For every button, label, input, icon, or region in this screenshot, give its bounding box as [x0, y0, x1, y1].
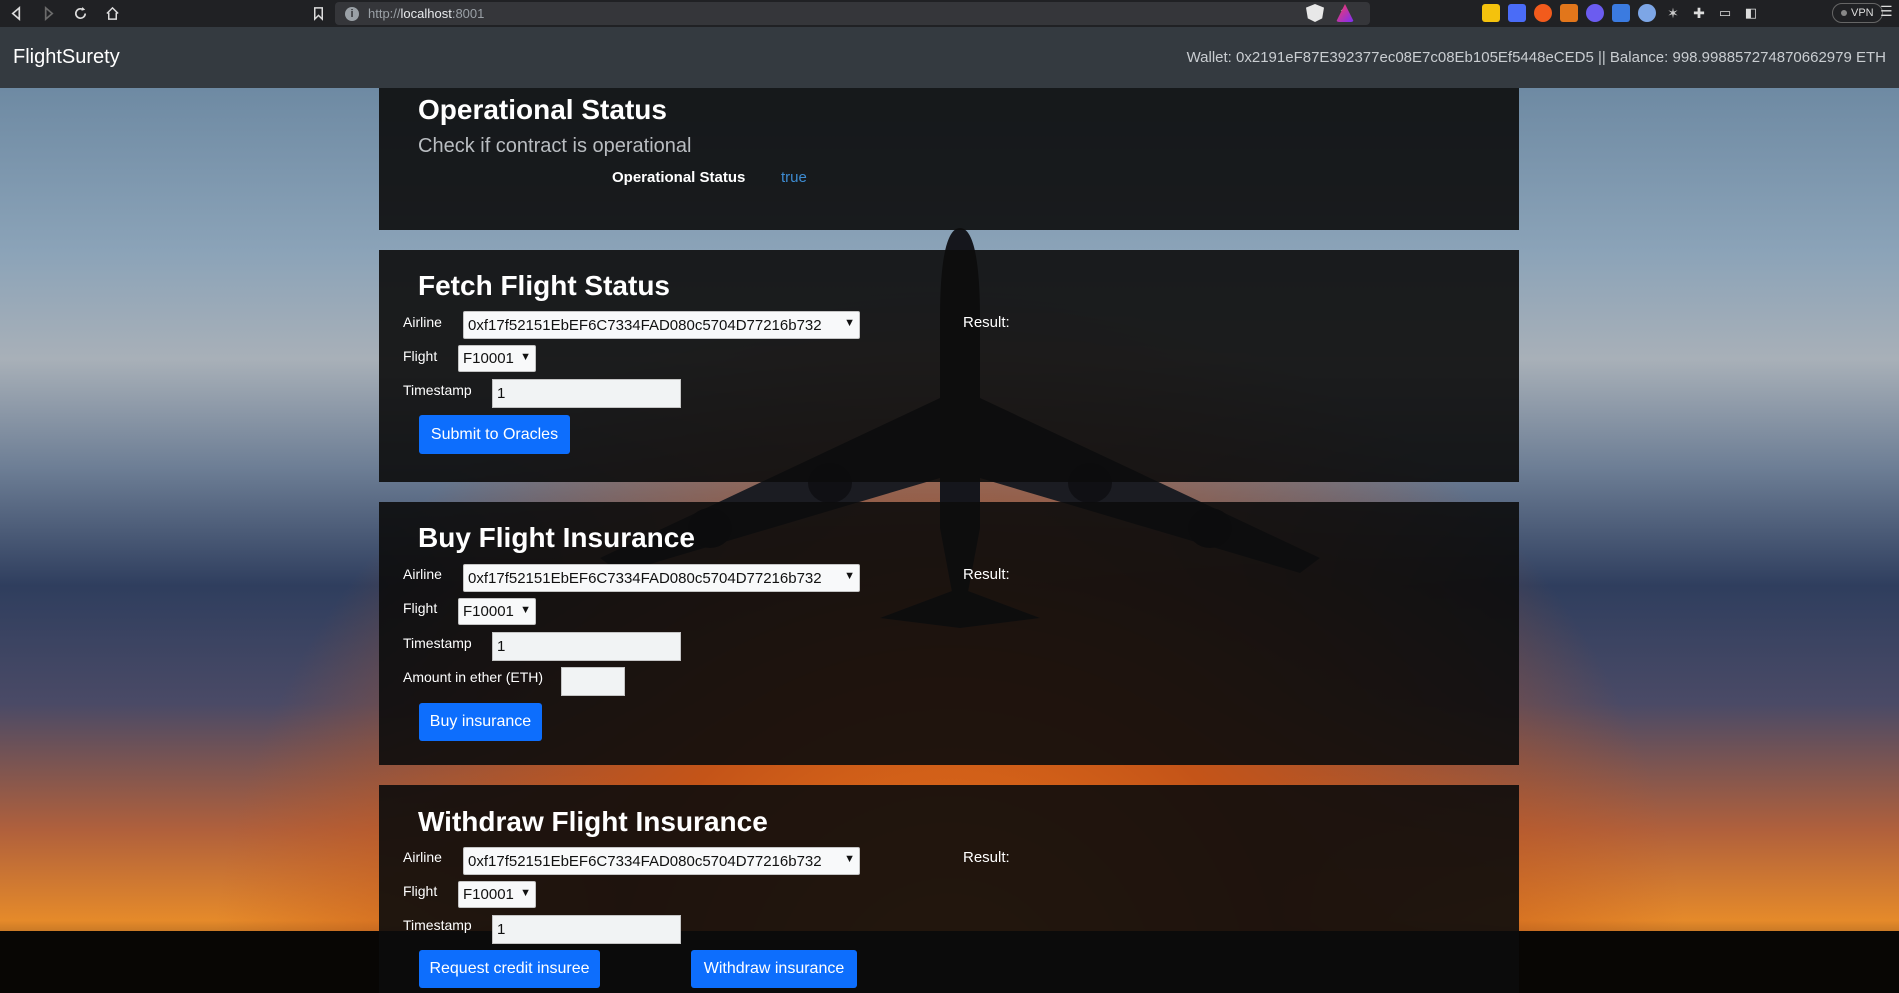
bookmark-button[interactable]: [302, 0, 334, 27]
withdraw-insurance-button[interactable]: Withdraw insurance: [691, 950, 857, 988]
brave-rewards-icon[interactable]: [1336, 4, 1354, 22]
forward-button[interactable]: [32, 0, 64, 27]
buy-timestamp-label: Timestamp: [403, 635, 472, 651]
withdraw-airline-value: 0xf17f52151EbEF6C7334FAD080c5704D77216b7…: [468, 852, 822, 870]
chevron-down-icon: ▼: [520, 351, 531, 363]
reload-icon: [74, 6, 86, 20]
operational-status-value: true: [781, 169, 807, 186]
sidebar-icon[interactable]: ◧: [1742, 4, 1760, 22]
fetch-timestamp-input[interactable]: 1: [492, 379, 681, 408]
buy-flight-insurance-panel: Buy Flight Insurance Airline 0xf17f52151…: [379, 502, 1519, 765]
operational-title: Operational Status: [418, 94, 667, 125]
brave-shield-group: [1306, 4, 1354, 22]
amount-input[interactable]: [561, 667, 625, 696]
withdraw-title: Withdraw Flight Insurance: [418, 806, 768, 837]
buy-airline-select[interactable]: 0xf17f52151EbEF6C7334FAD080c5704D77216b7…: [463, 564, 860, 592]
operational-subtitle: Check if contract is operational: [418, 135, 692, 157]
translate-icon[interactable]: [1612, 4, 1630, 22]
cast-icon[interactable]: ▭: [1716, 4, 1734, 22]
browser-menu-icon[interactable]: ☰: [1880, 3, 1893, 20]
buy-airline-value: 0xf17f52151EbEF6C7334FAD080c5704D77216b7…: [468, 569, 822, 587]
extension-1-icon[interactable]: [1482, 4, 1500, 22]
chevron-down-icon: ▼: [844, 570, 855, 582]
fetch-flight-label: Flight: [403, 348, 438, 364]
home-icon: [105, 6, 119, 20]
withdraw-airline-label: Airline: [403, 849, 442, 865]
bookmark-icon: [313, 7, 323, 21]
request-credit-insuree-button[interactable]: Request credit insuree: [419, 950, 600, 988]
extension-5-icon[interactable]: [1586, 4, 1604, 22]
withdraw-timestamp-label: Timestamp: [403, 917, 472, 933]
wallet-info: Wallet: 0x2191eF87E392377ec08E7c08Eb105E…: [1186, 49, 1886, 66]
amount-label: Amount in ether (ETH): [403, 669, 544, 685]
withdraw-airline-select[interactable]: 0xf17f52151EbEF6C7334FAD080c5704D77216b7…: [463, 847, 860, 875]
buy-timestamp-input[interactable]: 1: [492, 632, 681, 661]
fetch-flight-status-panel: Fetch Flight Status Airline 0xf17f52151E…: [379, 250, 1519, 482]
url-scheme: http://: [368, 6, 401, 21]
fetch-timestamp-label: Timestamp: [403, 382, 472, 398]
chevron-down-icon: ▼: [844, 853, 855, 865]
withdraw-flight-insurance-panel: Withdraw Flight Insurance Airline 0xf17f…: [379, 785, 1519, 993]
fetch-airline-label: Airline: [403, 314, 442, 330]
fetch-title: Fetch Flight Status: [418, 270, 670, 301]
extensions-bar: ✶ ✚ ▭ ◧: [1482, 4, 1760, 22]
chevron-down-icon: ▼: [844, 317, 855, 329]
brave-shield-icon[interactable]: [1306, 4, 1324, 22]
metamask-icon[interactable]: [1560, 4, 1578, 22]
withdraw-timestamp-input[interactable]: 1: [492, 915, 681, 944]
buy-airline-label: Airline: [403, 566, 442, 582]
app-navbar: FlightSurety Wallet: 0x2191eF87E392377ec…: [0, 27, 1899, 88]
extension-3-icon[interactable]: [1534, 4, 1552, 22]
withdraw-result-label: Result:: [963, 849, 1010, 866]
brand-link[interactable]: FlightSurety: [13, 46, 120, 69]
buy-title: Buy Flight Insurance: [418, 522, 695, 553]
address-bar[interactable]: i http://localhost:8001 ⇪: [335, 2, 1370, 25]
fetch-flight-value: F10001: [463, 350, 514, 367]
puzzle-icon[interactable]: ✚: [1690, 4, 1708, 22]
url-port: :8001: [451, 6, 485, 21]
browser-toolbar: i http://localhost:8001 ⇪ ✶ ✚ ▭ ◧ VPN ☰: [0, 0, 1899, 27]
extension-8-icon[interactable]: ✶: [1664, 4, 1682, 22]
buy-result-label: Result:: [963, 566, 1010, 583]
vpn-status-icon: [1841, 10, 1847, 16]
submit-to-oracles-button[interactable]: Submit to Oracles: [419, 415, 570, 454]
withdraw-flight-select[interactable]: F10001 ▼: [458, 881, 536, 908]
url-text: http://localhost:8001: [368, 6, 484, 21]
back-button[interactable]: [0, 0, 32, 27]
forward-icon: [44, 6, 54, 21]
url-host: localhost: [400, 6, 452, 21]
fetch-result-label: Result:: [963, 314, 1010, 331]
buy-flight-label: Flight: [403, 600, 438, 616]
vpn-button[interactable]: VPN: [1832, 3, 1883, 23]
extension-2-icon[interactable]: [1508, 4, 1526, 22]
withdraw-flight-value: F10001: [463, 886, 514, 903]
reload-button[interactable]: [64, 0, 96, 27]
buy-flight-select[interactable]: F10001 ▼: [458, 598, 536, 625]
fetch-airline-select[interactable]: 0xf17f52151EbEF6C7334FAD080c5704D77216b7…: [463, 311, 860, 339]
buy-insurance-button[interactable]: Buy insurance: [419, 703, 542, 741]
operational-status-label: Operational Status: [612, 169, 746, 186]
extension-7-icon[interactable]: [1638, 4, 1656, 22]
fetch-airline-value: 0xf17f52151EbEF6C7334FAD080c5704D77216b7…: [468, 316, 822, 334]
chevron-down-icon: ▼: [520, 604, 531, 616]
chevron-down-icon: ▼: [520, 887, 531, 899]
back-icon: [10, 6, 20, 21]
fetch-flight-select[interactable]: F10001 ▼: [458, 345, 536, 372]
home-button[interactable]: [96, 0, 128, 27]
vpn-label: VPN: [1851, 7, 1874, 19]
buy-flight-value: F10001: [463, 603, 514, 620]
operational-status-panel: Operational Status Check if contract is …: [379, 88, 1519, 230]
withdraw-flight-label: Flight: [403, 883, 438, 899]
site-info-icon[interactable]: i: [345, 6, 359, 21]
